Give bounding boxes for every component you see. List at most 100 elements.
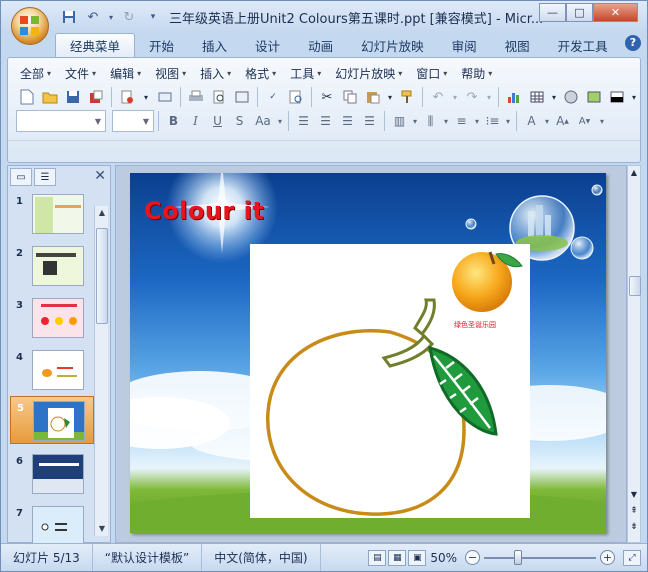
menu-insert[interactable]: 插入 ▾ (196, 64, 241, 82)
print-preview-icon[interactable] (208, 86, 230, 108)
color-dropdown-icon[interactable]: ▾ (629, 86, 639, 108)
tab-home[interactable]: 开始 (135, 33, 188, 57)
slideshow-view-icon[interactable]: ▣ (408, 549, 427, 566)
align-center-icon[interactable]: ☰ (315, 111, 336, 131)
tab-slideshow[interactable]: 幻灯片放映 (347, 33, 438, 57)
redo-icon[interactable]: ↷ (461, 86, 483, 108)
menu-window[interactable]: 窗口 ▾ (412, 64, 457, 82)
menu-format[interactable]: 格式 ▾ (241, 64, 286, 82)
copy-icon[interactable] (339, 86, 361, 108)
slide-title[interactable]: Colour it (144, 197, 264, 225)
font-color-dropdown-icon[interactable]: ▾ (543, 111, 551, 131)
font-size-combo[interactable]: ▼ (112, 110, 154, 132)
tab-developer[interactable]: 开发工具 (544, 33, 622, 57)
slide-sorter-icon[interactable]: ▦ (388, 549, 407, 566)
tab-animations[interactable]: 动画 (294, 33, 347, 57)
underline-button[interactable]: U (207, 111, 228, 131)
next-slide-icon[interactable]: ⇟ (628, 520, 640, 534)
clip-art-icon[interactable] (560, 86, 582, 108)
spelling-icon[interactable]: ✓ (262, 86, 284, 108)
print-setup-icon[interactable] (116, 86, 138, 108)
menu-view[interactable]: 视图 ▾ (151, 64, 196, 82)
line-spacing-dropdown-icon[interactable]: ▾ (473, 111, 481, 131)
text-direction-dropdown-icon[interactable]: ▾ (442, 111, 450, 131)
coloring-image[interactable]: 绿色圣诞乐园 (250, 244, 530, 518)
format-painter-icon[interactable] (396, 86, 418, 108)
toolbar-options-icon[interactable]: ▾ (596, 111, 608, 131)
text-direction-icon[interactable]: ⫼ (420, 111, 441, 131)
outline-tab-icon[interactable]: ☰ (34, 168, 56, 186)
increase-font-icon[interactable]: A ▲ (552, 111, 573, 131)
scroll-thumb[interactable] (96, 228, 108, 324)
columns-dropdown-icon[interactable]: ▾ (411, 111, 419, 131)
open-folder-icon[interactable] (39, 86, 61, 108)
fit-to-window-icon[interactable]: ⤢ (623, 549, 641, 566)
font-name-combo[interactable]: ▼ (16, 110, 106, 132)
print-icon[interactable] (185, 86, 207, 108)
save-icon[interactable] (62, 86, 84, 108)
normal-view-icon[interactable]: ▤ (368, 549, 387, 566)
tab-view[interactable]: 视图 (491, 33, 544, 57)
tab-design[interactable]: 设计 (241, 33, 294, 57)
slide-thumbnail-2[interactable]: 2 (10, 242, 94, 288)
new-file-icon[interactable] (16, 86, 38, 108)
scroll-thumb[interactable] (629, 276, 641, 296)
tab-insert[interactable]: 插入 (188, 33, 241, 57)
slide-thumbnail-3[interactable]: 3 (10, 294, 94, 340)
undo-icon[interactable]: ↶ (83, 8, 103, 26)
zoom-level[interactable]: 50% (430, 551, 457, 565)
paste-icon[interactable] (362, 86, 384, 108)
paste-dropdown-icon[interactable]: ▾ (385, 86, 395, 108)
picture-icon[interactable] (583, 86, 605, 108)
menu-slideshow[interactable]: 幻灯片放映 ▾ (331, 64, 412, 82)
scroll-down-icon[interactable]: ▼ (95, 522, 109, 536)
tab-review[interactable]: 审阅 (438, 33, 491, 57)
minimize-button[interactable]: — (539, 3, 566, 22)
slide-thumbnail-5[interactable]: 5 (10, 396, 94, 444)
align-right-icon[interactable]: ☰ (337, 111, 358, 131)
decrease-font-icon[interactable]: A ▼ (574, 111, 595, 131)
tab-classic-menu[interactable]: 经典菜单 (55, 33, 136, 57)
cut-icon[interactable]: ✂ (316, 86, 338, 108)
bullets-dropdown-icon[interactable]: ▾ (504, 111, 512, 131)
help-icon[interactable]: ? (625, 35, 641, 51)
bold-button[interactable]: B (163, 111, 184, 131)
shadow-button[interactable]: S (229, 111, 250, 131)
zoom-slider[interactable] (484, 549, 596, 565)
slides-tab-icon[interactable]: ▭ (10, 168, 32, 186)
customize-toolbar-icon[interactable]: ▾ (143, 8, 163, 26)
slide-thumbnail-6[interactable]: 6 (10, 450, 94, 496)
line-spacing-icon[interactable]: ≡ (451, 111, 472, 131)
office-button[interactable] (11, 7, 49, 45)
page-view-icon[interactable] (231, 86, 253, 108)
undo-icon[interactable]: ↶ (427, 86, 449, 108)
change-case-button[interactable]: Aa (251, 111, 275, 131)
slide-thumbnail-7[interactable]: 7 (10, 502, 94, 548)
zoom-out-icon[interactable]: − (465, 550, 480, 565)
research-icon[interactable] (285, 86, 307, 108)
language-indicator[interactable]: 中文(简体，中国) (202, 544, 321, 571)
menu-help[interactable]: 帮助 ▾ (457, 64, 502, 82)
current-slide[interactable]: Colour it 绿色圣诞乐园 (130, 173, 606, 533)
close-pane-icon[interactable]: ✕ (94, 168, 106, 184)
attach-icon[interactable] (154, 86, 176, 108)
menu-file[interactable]: 文件 ▾ (61, 64, 106, 82)
slide-thumbnail-4[interactable]: 4 (10, 346, 94, 392)
undo-dropdown-icon[interactable]: ▾ (107, 8, 115, 26)
close-button[interactable]: ✕ (593, 3, 638, 22)
redo-dropdown-icon[interactable]: ▾ (484, 86, 494, 108)
maximize-button[interactable]: □ (566, 3, 593, 22)
zoom-in-icon[interactable]: + (600, 550, 615, 565)
menu-tools[interactable]: 工具 ▾ (286, 64, 331, 82)
justify-icon[interactable]: ☰ (359, 111, 380, 131)
redo-icon[interactable]: ↻ (119, 8, 139, 26)
menu-all[interactable]: 全部 ▾ (16, 64, 61, 82)
save-icon[interactable] (59, 8, 79, 26)
scroll-down-icon[interactable]: ▼ (628, 488, 640, 502)
table-icon[interactable] (526, 86, 548, 108)
bullets-icon[interactable]: ⁝≡ (482, 111, 503, 131)
editor-vertical-scrollbar[interactable]: ▲ ▼ ⇞ ⇟ (627, 165, 641, 543)
permission-icon[interactable] (85, 86, 107, 108)
columns-icon[interactable]: ▥ (389, 111, 410, 131)
slides-scrollbar[interactable]: ▲ ▼ (94, 206, 108, 536)
